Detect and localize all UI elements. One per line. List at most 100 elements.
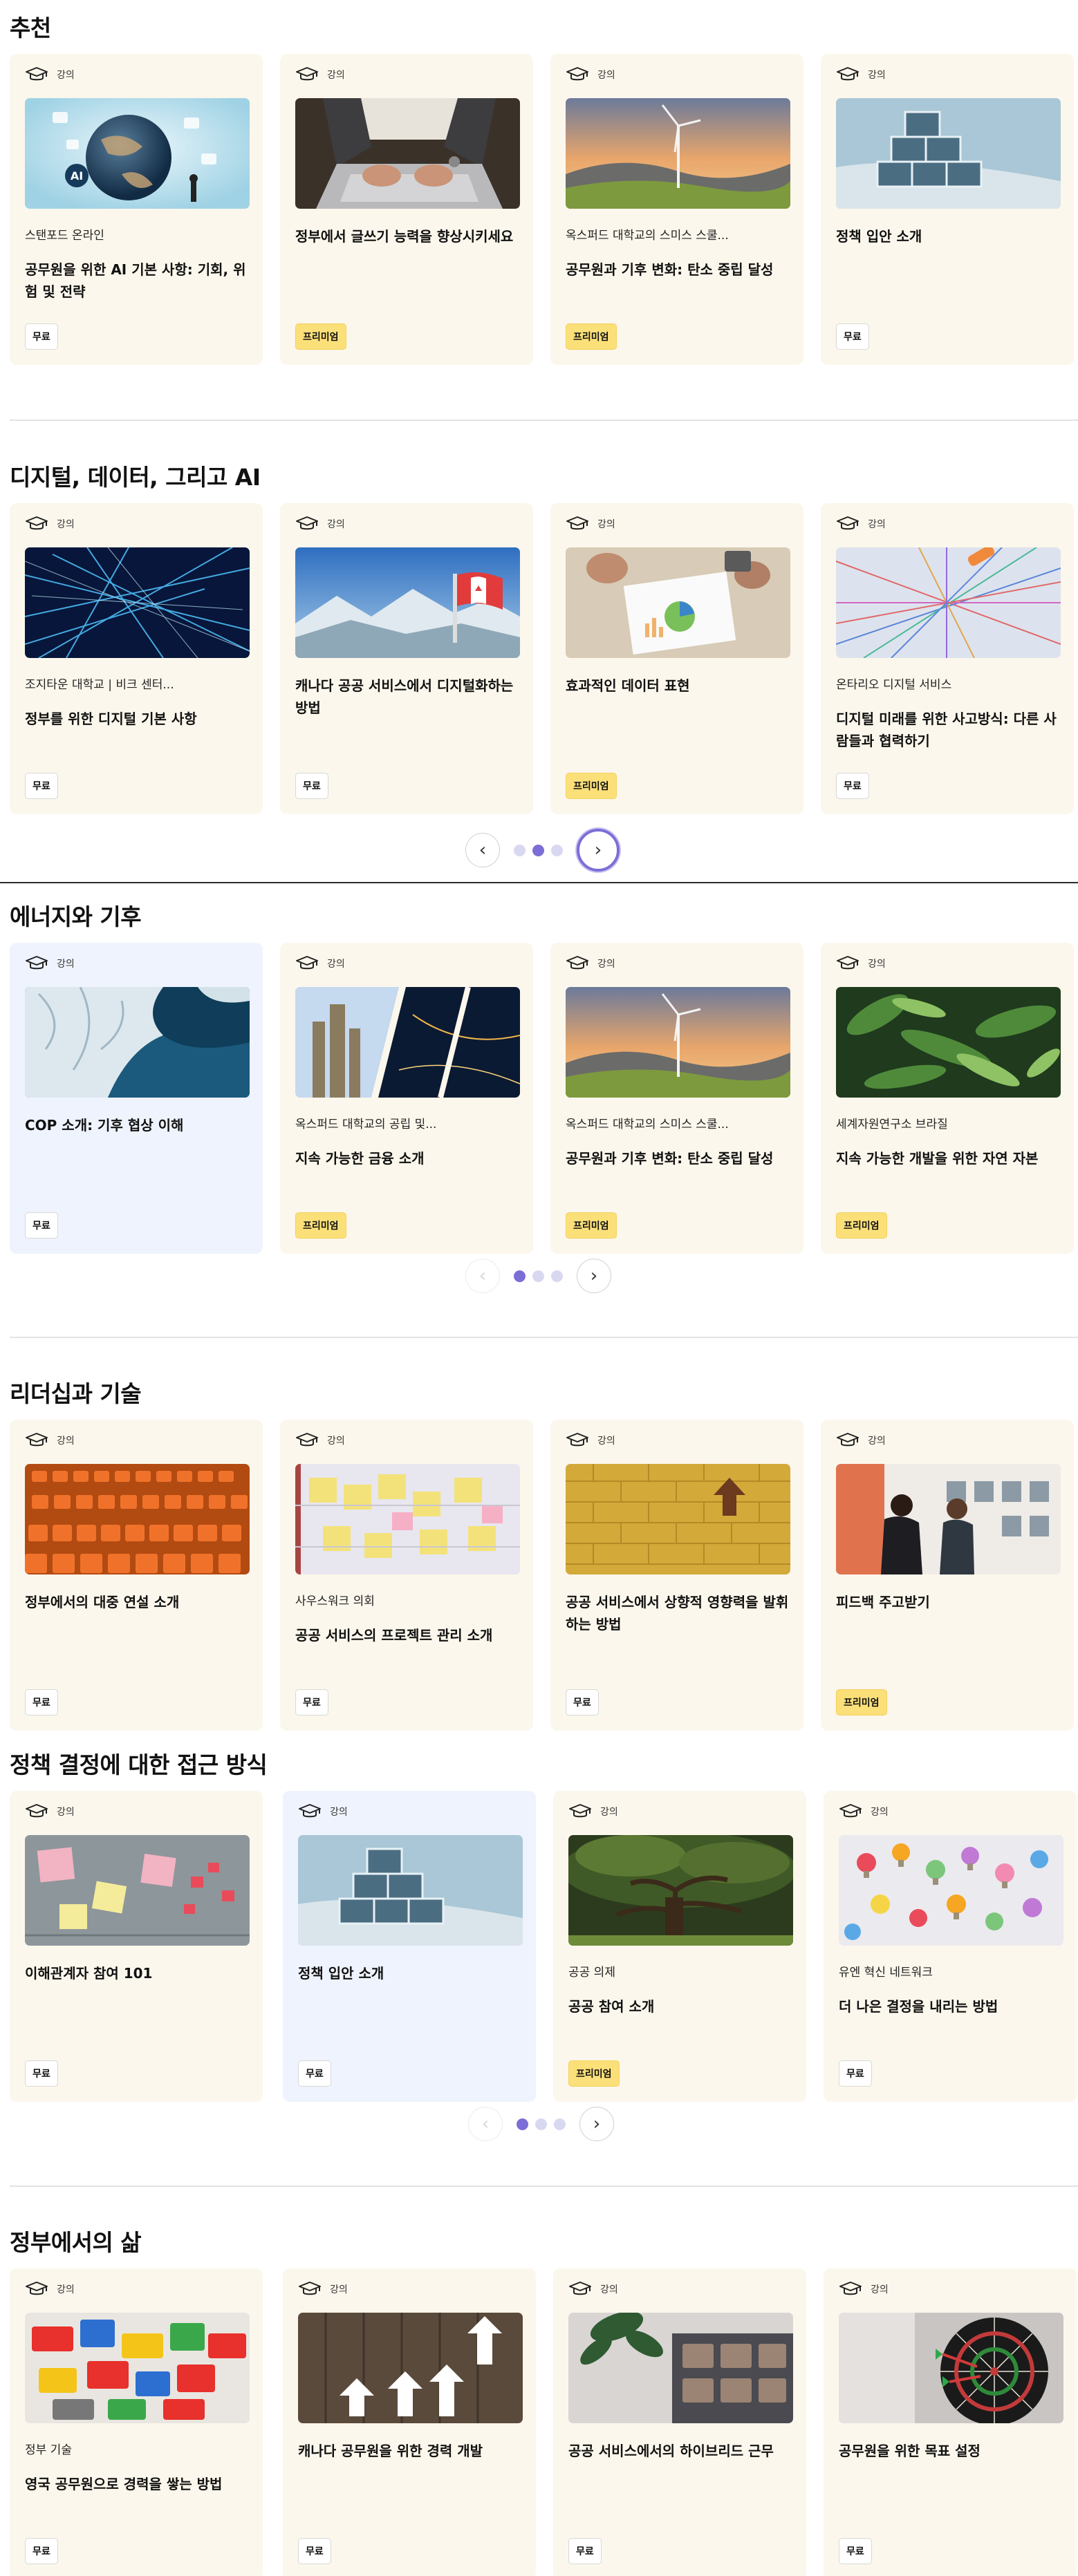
carousel-dot[interactable]	[554, 2118, 566, 2130]
course-card[interactable]: 강의 온타리오 디지털 서비스 디지털 미래를 위한 사고방식: 다른 사람들과…	[821, 503, 1074, 814]
course-title[interactable]: 공공 서비스에서의 하이브리드 근무	[568, 2440, 793, 2462]
card-type: 강의	[836, 516, 886, 532]
course-thumbnail	[25, 2313, 250, 2423]
course-title[interactable]: 캐나다 공공 서비스에서 디지털화하는 방법	[295, 675, 520, 719]
course-title[interactable]: 공무원과 기후 변화: 탄소 중립 달성	[566, 258, 790, 281]
graduation-cap-icon	[566, 67, 588, 81]
course-thumbnail	[566, 987, 790, 1098]
section-leadership-skills: 리더십과 기술 강의 정부에서의 대중 연설 소개 무료 강의 사우스워크 의회…	[0, 1375, 1078, 1735]
course-thumbnail	[25, 987, 250, 1098]
course-title[interactable]: 정부에서 글쓰기 능력을 향상시키세요	[295, 225, 520, 247]
course-title[interactable]: COP 소개: 기후 협상 이해	[25, 1114, 250, 1136]
course-card[interactable]: 강의 캐나다 공무원을 위한 경력 개발 무료	[283, 2268, 536, 2576]
course-card[interactable]: 강의 정부에서의 대중 연설 소개 무료	[10, 1420, 263, 1731]
course-title[interactable]: 디지털 미래를 위한 사고방식: 다른 사람들과 협력하기	[836, 708, 1061, 752]
course-title[interactable]: 캐나다 공무원을 위한 경력 개발	[298, 2440, 523, 2462]
graduation-cap-icon	[296, 67, 318, 81]
course-title[interactable]: 공무원을 위한 AI 기본 사항: 기회, 위험 및 전략	[25, 258, 250, 303]
carousel-dot[interactable]	[535, 2118, 547, 2130]
price-badge: 무료	[839, 2060, 872, 2087]
course-card[interactable]: 강의 옥스퍼드 대학교의 공립 및... 지속 가능한 금융 소개 프리미엄	[280, 943, 533, 1254]
card-type: 강의	[836, 1432, 886, 1449]
carousel-dot[interactable]	[532, 1270, 544, 1282]
card-type-label: 강의	[330, 1807, 348, 1818]
course-title[interactable]: 지속 가능한 금융 소개	[295, 1147, 520, 1169]
card-type: 강의	[839, 1803, 889, 1820]
course-title[interactable]: 정책 입안 소개	[836, 225, 1061, 247]
card-type-label: 강의	[600, 2284, 618, 2295]
carousel-next-button[interactable]: ›	[579, 2107, 614, 2141]
price-badge: 프리미엄	[568, 2060, 620, 2087]
course-title[interactable]: 정책 입안 소개	[298, 1962, 523, 1984]
graduation-cap-icon	[566, 516, 588, 530]
course-title[interactable]: 공무원과 기후 변화: 탄소 중립 달성	[566, 1147, 790, 1169]
graduation-cap-icon	[569, 1804, 591, 1818]
price-badge: 프리미엄	[566, 1212, 617, 1239]
carousel-next-button[interactable]: ›	[577, 829, 620, 872]
section-title: 추천	[10, 15, 51, 41]
course-card[interactable]: 강의 옥스퍼드 대학교의 스미스 스쿨... 공무원과 기후 변화: 탄소 중립…	[550, 54, 803, 365]
carousel-dot[interactable]	[551, 844, 563, 856]
course-card[interactable]: 강의 공공 서비스에서 상향적 영향력을 발휘하는 방법 무료	[550, 1420, 803, 1731]
course-card[interactable]: 강의 캐나다 공공 서비스에서 디지털화하는 방법 무료	[280, 503, 533, 814]
course-card[interactable]: 강의 효과적인 데이터 표현 프리미엄	[550, 503, 803, 814]
course-card[interactable]: 강의 유엔 혁신 네트워크 더 나은 결정을 내리는 방법 무료	[824, 1791, 1077, 2102]
course-card[interactable]: 강의 COP 소개: 기후 협상 이해 무료	[10, 943, 263, 1254]
course-title[interactable]: 공공 참여 소개	[568, 1995, 793, 2018]
course-card[interactable]: 강의 AI 스탠포드 온라인 공무원을 위한 AI 기본 사항: 기회, 위험 …	[10, 54, 263, 365]
price-badge: 무료	[25, 2538, 58, 2564]
svg-text:AI: AI	[71, 169, 83, 182]
course-card[interactable]: 강의 피드백 주고받기 프리미엄	[821, 1420, 1074, 1731]
card-type: 강의	[839, 2281, 889, 2297]
course-title[interactable]: 피드백 주고받기	[836, 1591, 1061, 1613]
course-title[interactable]: 공공 서비스의 프로젝트 관리 소개	[295, 1624, 520, 1646]
carousel-prev-button[interactable]: ‹	[465, 833, 500, 867]
course-card[interactable]: 강의 세계자원연구소 브라질 지속 가능한 개발을 위한 자연 자본 프리미엄	[821, 943, 1074, 1254]
course-card[interactable]: 강의 공공 서비스에서의 하이브리드 근무 무료	[553, 2268, 806, 2576]
course-title[interactable]: 정부를 위한 디지털 기본 사항	[25, 708, 250, 730]
card-type-label: 강의	[597, 1436, 615, 1447]
price-badge: 무료	[25, 1212, 58, 1239]
course-card[interactable]: 강의 사우스워크 의회 공공 서비스의 프로젝트 관리 소개 무료	[280, 1420, 533, 1731]
course-thumbnail	[295, 547, 520, 658]
course-card[interactable]: 강의 조지타운 대학교 | 비크 센터... 정부를 위한 디지털 기본 사항 …	[10, 503, 263, 814]
course-provider: 옥스퍼드 대학교의 스미스 스쿨...	[566, 229, 729, 243]
course-thumbnail	[839, 1835, 1063, 1946]
section-title: 에너지와 기후	[10, 903, 142, 930]
course-title[interactable]: 공공 서비스에서 상향적 영향력을 발휘하는 방법	[566, 1591, 790, 1635]
course-card[interactable]: 강의 정책 입안 소개 무료	[283, 1791, 536, 2102]
carousel-dot[interactable]	[514, 1270, 526, 1282]
price-badge: 무료	[25, 773, 58, 799]
course-title[interactable]: 영국 공무원으로 경력을 쌓는 방법	[25, 2473, 250, 2495]
course-card[interactable]: 강의 공공 의제 공공 참여 소개 프리미엄	[553, 1791, 806, 2102]
course-card[interactable]: 강의 정부 기술 영국 공무원으로 경력을 쌓는 방법 무료	[10, 2268, 263, 2576]
course-card[interactable]: 강의 공무원을 위한 목표 설정 무료	[824, 2268, 1077, 2576]
course-title[interactable]: 더 나은 결정을 내리는 방법	[839, 1995, 1063, 2018]
price-badge: 프리미엄	[566, 773, 617, 799]
course-title[interactable]: 정부에서의 대중 연설 소개	[25, 1591, 250, 1613]
card-type: 강의	[295, 516, 345, 532]
course-card[interactable]: 강의 정부에서 글쓰기 능력을 향상시키세요 프리미엄	[280, 54, 533, 365]
course-title[interactable]: 이해관계자 참여 101	[25, 1962, 250, 1984]
course-card[interactable]: 강의 이해관계자 참여 101 무료	[10, 1791, 263, 2102]
card-type-label: 강의	[868, 959, 886, 970]
course-provider: 정부 기술	[25, 2443, 72, 2457]
carousel-dot[interactable]	[514, 844, 526, 856]
section-recommended: 추천 강의 AI 스탠포드 온라인 공무원을 위한 AI 기본 사항: 기회, …	[0, 10, 1078, 421]
graduation-cap-icon	[837, 956, 859, 970]
carousel-next-button[interactable]: ›	[577, 1259, 611, 1293]
course-title[interactable]: 효과적인 데이터 표현	[566, 675, 790, 697]
course-provider: 옥스퍼드 대학교의 공립 및...	[295, 1118, 437, 1131]
carousel-prev-button[interactable]: ‹	[465, 1259, 500, 1293]
course-card[interactable]: 강의 옥스퍼드 대학교의 스미스 스쿨... 공무원과 기후 변화: 탄소 중립…	[550, 943, 803, 1254]
carousel-dot[interactable]	[551, 1270, 563, 1282]
carousel-prev-button[interactable]: ‹	[468, 2107, 503, 2141]
carousel-dot[interactable]	[532, 844, 544, 856]
card-type-label: 강의	[330, 2284, 348, 2295]
carousel-dot[interactable]	[517, 2118, 528, 2130]
price-badge: 무료	[836, 323, 869, 350]
course-card[interactable]: 강의 정책 입안 소개 무료	[821, 54, 1074, 365]
course-title[interactable]: 지속 가능한 개발을 위한 자연 자본	[836, 1147, 1061, 1169]
course-title[interactable]: 공무원을 위한 목표 설정	[839, 2440, 1063, 2462]
course-thumbnail	[836, 547, 1061, 658]
